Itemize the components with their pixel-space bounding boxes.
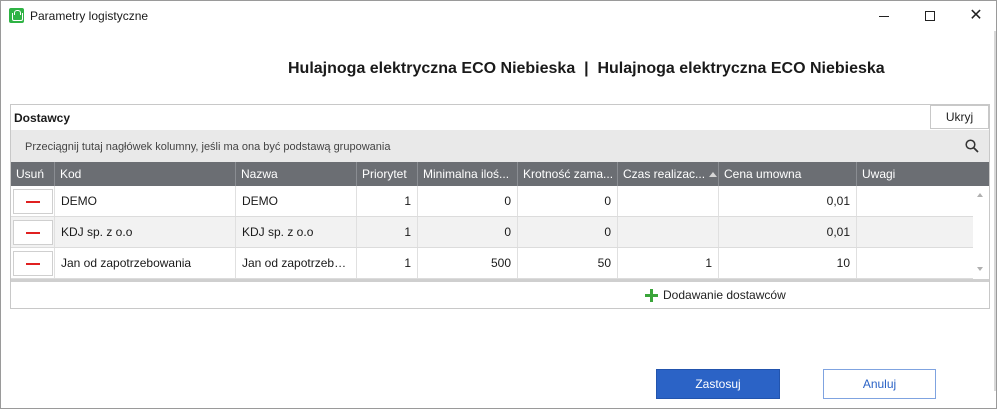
- shopping-basket-icon: [9, 8, 24, 23]
- grid-footer-divider: [11, 279, 989, 282]
- column-header-czas[interactable]: Czas realizac...: [618, 162, 719, 186]
- group-by-bar[interactable]: Przeciągnij tutaj nagłówek kolumny, jeśl…: [11, 130, 989, 162]
- maximize-icon: [925, 11, 935, 21]
- cell-min-ilosc[interactable]: 500: [418, 248, 518, 278]
- cell-nazwa[interactable]: Jan od zapotrzebowania: [236, 248, 357, 278]
- cell-nazwa[interactable]: KDJ sp. z o.o: [236, 217, 357, 247]
- apply-button[interactable]: Zastosuj: [656, 369, 780, 399]
- window-scrollbar[interactable]: [994, 31, 996, 391]
- cell-kod[interactable]: Jan od zapotrzebowania: [55, 248, 236, 278]
- column-header-priorytet[interactable]: Priorytet: [357, 162, 418, 186]
- table-row[interactable]: KDJ sp. z o.o KDJ sp. z o.o 1 0 0 0,01: [11, 217, 973, 248]
- table-row[interactable]: Jan od zapotrzebowania Jan od zapotrzebo…: [11, 248, 973, 279]
- cancel-button[interactable]: Anuluj: [823, 369, 936, 399]
- cell-czas[interactable]: 1: [618, 248, 719, 278]
- column-header-usun[interactable]: Usuń: [11, 162, 55, 186]
- delete-row-button[interactable]: [13, 251, 53, 276]
- column-header-kod[interactable]: Kod: [55, 162, 236, 186]
- column-header-krotnosc[interactable]: Krotność zama...: [518, 162, 618, 186]
- grid-body: DEMO DEMO 1 0 0 0,01 KDJ sp. z o.o KDJ s…: [11, 186, 989, 279]
- cell-czas[interactable]: [618, 217, 719, 247]
- column-header-czas-label: Czas realizac...: [623, 167, 706, 181]
- window-title: Parametry logistyczne: [30, 9, 149, 23]
- cell-priorytet[interactable]: 1: [357, 217, 418, 247]
- cell-priorytet[interactable]: 1: [357, 186, 418, 216]
- plus-icon: [645, 288, 658, 302]
- minimize-button[interactable]: [861, 1, 907, 31]
- cell-uwagi[interactable]: [857, 217, 973, 247]
- suppliers-panel: Dostawcy Ukryj Przeciągnij tutaj nagłówe…: [10, 104, 990, 309]
- close-button[interactable]: ✕: [953, 1, 997, 31]
- add-supplier-label: Dodawanie dostawców: [663, 288, 786, 302]
- cell-kod[interactable]: KDJ sp. z o.o: [55, 217, 236, 247]
- dialog-window: Parametry logistyczne ✕ Hulajnoga elektr…: [0, 0, 997, 409]
- grid-scrollbar[interactable]: [973, 186, 989, 279]
- grid-header: Usuń Kod Nazwa Priorytet Minimalna iloś.…: [11, 162, 989, 186]
- cell-cena[interactable]: 10: [719, 248, 857, 278]
- minus-icon: [26, 200, 40, 203]
- cell-uwagi[interactable]: [857, 186, 973, 216]
- table-row[interactable]: DEMO DEMO 1 0 0 0,01: [11, 186, 973, 217]
- scroll-up-icon[interactable]: [977, 193, 983, 197]
- cell-kod[interactable]: DEMO: [55, 186, 236, 216]
- product-heading: Hulajnoga elektryczna ECO Niebieska | Hu…: [288, 60, 885, 77]
- column-header-cena[interactable]: Cena umowna: [719, 162, 857, 186]
- cell-min-ilosc[interactable]: 0: [418, 217, 518, 247]
- hide-button[interactable]: Ukryj: [930, 105, 989, 129]
- cell-krotnosc[interactable]: 50: [518, 248, 618, 278]
- cell-priorytet[interactable]: 1: [357, 248, 418, 278]
- cell-cena[interactable]: 0,01: [719, 186, 857, 216]
- add-supplier-button[interactable]: Dodawanie dostawców: [645, 288, 786, 302]
- cell-cena[interactable]: 0,01: [719, 217, 857, 247]
- search-icon[interactable]: [965, 139, 979, 153]
- delete-row-button[interactable]: [13, 189, 53, 214]
- title-bar[interactable]: Parametry logistyczne ✕: [1, 1, 996, 31]
- minus-icon: [26, 262, 40, 265]
- close-icon: ✕: [969, 7, 983, 24]
- cell-uwagi[interactable]: [857, 248, 973, 278]
- cell-krotnosc[interactable]: 0: [518, 217, 618, 247]
- suppliers-panel-header: Dostawcy Ukryj: [11, 105, 989, 129]
- sort-ascending-icon: [709, 172, 718, 178]
- cell-krotnosc[interactable]: 0: [518, 186, 618, 216]
- column-header-min-ilosc[interactable]: Minimalna iloś...: [418, 162, 518, 186]
- delete-cell: [11, 248, 55, 278]
- cell-czas[interactable]: [618, 186, 719, 216]
- minimize-icon: [879, 15, 889, 17]
- minus-icon: [26, 231, 40, 234]
- scroll-down-icon[interactable]: [977, 267, 983, 271]
- cell-nazwa[interactable]: DEMO: [236, 186, 357, 216]
- suppliers-title: Dostawcy: [14, 111, 71, 125]
- delete-row-button[interactable]: [13, 220, 53, 245]
- delete-cell: [11, 217, 55, 247]
- column-header-uwagi[interactable]: Uwagi: [857, 162, 989, 186]
- delete-cell: [11, 186, 55, 216]
- maximize-button[interactable]: [907, 1, 953, 31]
- group-by-hint: Przeciągnij tutaj nagłówek kolumny, jeśl…: [25, 141, 391, 153]
- column-header-nazwa[interactable]: Nazwa: [236, 162, 357, 186]
- cell-min-ilosc[interactable]: 0: [418, 186, 518, 216]
